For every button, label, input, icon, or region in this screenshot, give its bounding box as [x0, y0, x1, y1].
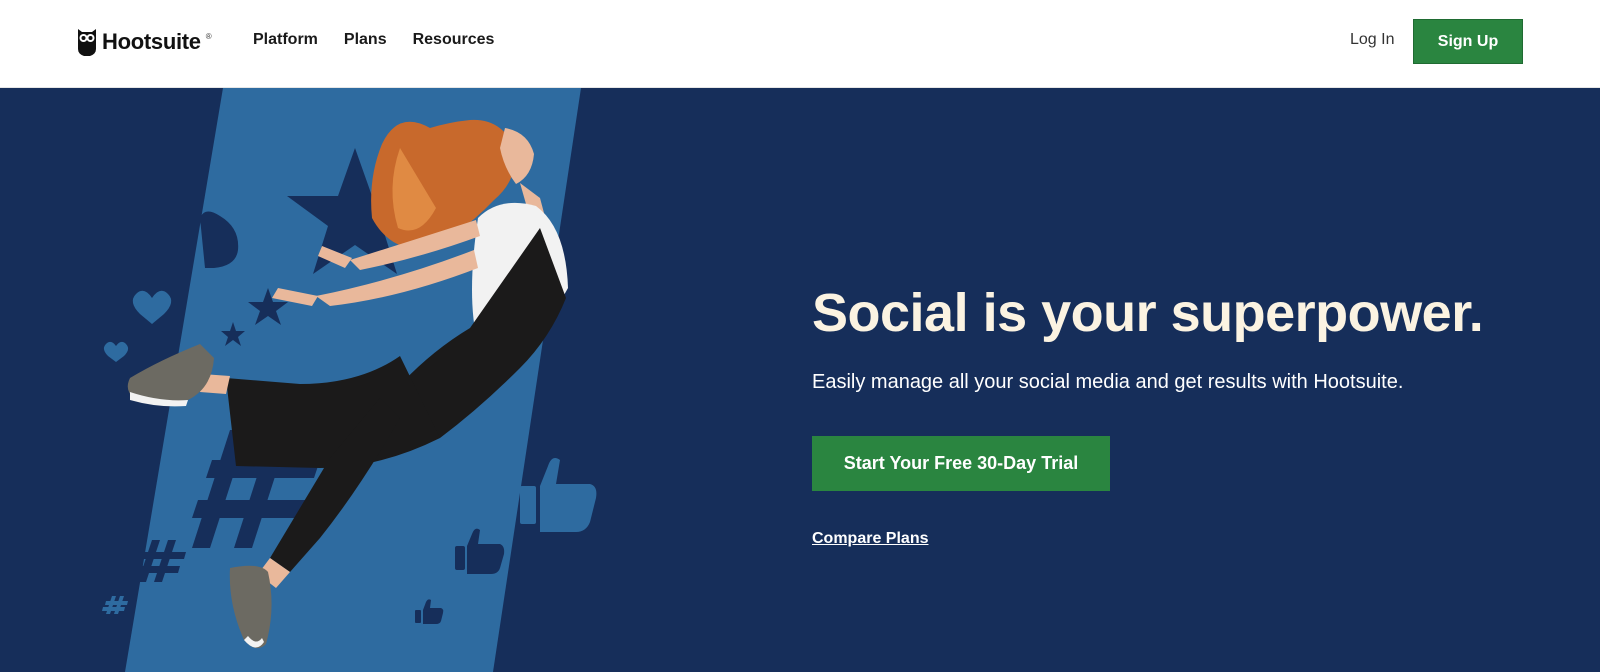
registered-mark: ®	[205, 32, 212, 41]
main-menu: Platform Plans Resources	[253, 30, 520, 50]
hero-section: Social is your superpower. Easily manage…	[0, 88, 1600, 672]
brand-name: Hootsuite	[102, 29, 201, 54]
nav-link-resources[interactable]: Resources	[413, 30, 495, 50]
heart-icon	[132, 290, 172, 324]
compare-plans-link[interactable]: Compare Plans	[812, 529, 928, 549]
hero-headline: Social is your superpower.	[812, 283, 1484, 343]
nav-link-plans[interactable]: Plans	[344, 30, 387, 50]
signup-button[interactable]: Sign Up	[1413, 19, 1523, 64]
nav-link-platform[interactable]: Platform	[253, 30, 318, 50]
start-free-trial-button[interactable]: Start Your Free 30-Day Trial	[812, 436, 1110, 491]
hootsuite-logo[interactable]: Hootsuite ®	[76, 26, 212, 58]
hashtag-icon	[102, 596, 128, 614]
owl-icon	[78, 29, 96, 56]
login-link[interactable]: Log In	[1350, 30, 1394, 50]
heart-icon	[103, 341, 129, 362]
thumbs-up-icon	[520, 458, 597, 532]
hero-illustration	[102, 88, 597, 672]
hero-subheadline: Easily manage all your social media and …	[812, 371, 1404, 393]
top-navigation: Hootsuite ® Platform Plans Resources Log…	[0, 0, 1600, 88]
